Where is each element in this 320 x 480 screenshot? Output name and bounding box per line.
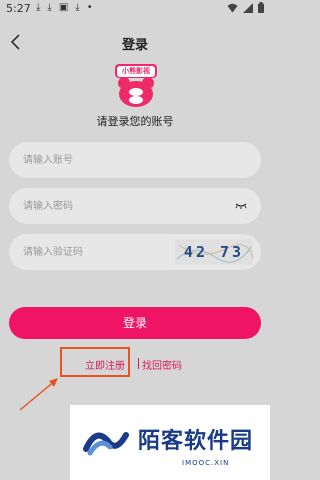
signal-icon [243,2,253,13]
highlight-box [60,347,130,377]
download-icon: ⤓ [36,2,41,13]
login-button[interactable]: 登录 [9,307,261,339]
app-logo: 小熊影视 [115,64,157,108]
download-icon: ⤓ [47,2,52,13]
account-field [9,142,261,178]
account-input[interactable] [9,142,261,178]
link-divider [138,358,139,369]
subtitle: 请登录您的账号 [96,115,174,128]
watermark-sub: IMOOC.XIN [182,459,230,467]
watermark-logo-icon [83,432,129,456]
page-title: 登录 [121,38,148,53]
captcha-image[interactable]: 42 73 [175,239,253,265]
status-time: 5:27 [6,2,31,15]
captcha-text: 42 73 [183,243,245,261]
nav-bar: 登录 [0,30,270,56]
watermark: 陌客软件园 IMOOC.XIN [70,405,270,480]
download-icon: ⤓ [75,2,80,13]
password-field [9,188,261,224]
watermark-name: 陌客软件园 [138,429,254,454]
captcha-field: 42 73 [9,234,261,270]
app-icon: ▣ [58,2,69,13]
eye-closed-icon[interactable] [235,201,247,211]
status-right-icons [227,2,264,13]
wifi-icon [227,3,238,12]
logo-label: 小熊影视 [117,66,155,77]
battery-icon [258,2,264,13]
notification-icons: ⤓ ⤓ ▣ ⤓ • [36,1,93,15]
dot-icon: • [86,2,93,13]
password-input[interactable] [9,188,261,224]
forgot-password-link[interactable]: 找回密码 [142,357,182,372]
arrow-annotation [19,378,58,411]
account-links: 立即注册 找回密码 [0,355,270,373]
status-bar: 5:27 ⤓ ⤓ ▣ ⤓ • [0,0,270,18]
